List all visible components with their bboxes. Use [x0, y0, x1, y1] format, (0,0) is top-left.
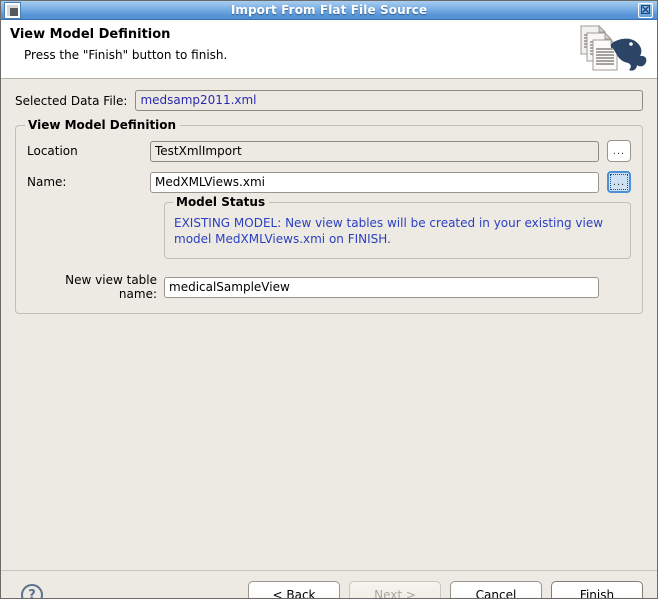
location-input[interactable]: TestXmlImport — [150, 141, 599, 162]
title-bar: Import From Flat File Source — [1, 1, 657, 20]
selected-data-file-value: medsamp2011.xml — [135, 90, 643, 111]
view-model-definition-group: View Model Definition Location TestXmlIm… — [15, 125, 643, 314]
next-button-suffix: ext > — [383, 588, 416, 599]
name-browse-button[interactable]: ... — [607, 171, 631, 193]
page-subtitle: Press the "Finish" button to finish. — [24, 48, 657, 62]
new-view-table-row: New view table name: medicalSampleView — [27, 273, 631, 301]
wizard-header: View Model Definition Press the "Finish"… — [1, 20, 657, 79]
finish-button-suffix: inish — [586, 588, 614, 599]
view-model-definition-group-title: View Model Definition — [25, 118, 180, 132]
page-title: View Model Definition — [10, 27, 657, 42]
wizard-footer: ? < Back Next > Cancel Finish — [1, 570, 657, 599]
location-label: Location — [27, 144, 150, 158]
model-status-group-title: Model Status — [173, 195, 269, 209]
model-status-group: Model Status EXISTING MODEL: New view ta… — [164, 202, 631, 259]
name-input[interactable]: MedXMLViews.xmi — [150, 172, 599, 193]
window-icon — [5, 3, 20, 18]
name-row: Name: MedXMLViews.xmi ... — [27, 171, 631, 193]
back-button-accel: B — [286, 588, 294, 599]
window-title: Import From Flat File Source — [231, 4, 427, 16]
new-view-table-input[interactable]: medicalSampleView — [164, 277, 599, 298]
documents-with-lizard-icon — [575, 22, 649, 76]
wizard-body: Selected Data File: medsamp2011.xml View… — [1, 79, 657, 570]
back-button[interactable]: < Back — [248, 581, 340, 599]
finish-button[interactable]: Finish — [551, 581, 643, 599]
import-wizard-window: Import From Flat File Source View Model … — [0, 0, 658, 599]
close-glyph — [640, 4, 651, 15]
next-button[interactable]: Next > — [349, 581, 441, 599]
cancel-button-label: Cancel — [476, 588, 517, 599]
back-button-prefix: < — [272, 588, 286, 599]
selected-data-file-label: Selected Data File: — [15, 94, 127, 108]
next-button-accel: N — [374, 588, 383, 599]
close-icon[interactable] — [638, 3, 653, 18]
new-view-table-label: New view table name: — [27, 273, 164, 301]
location-browse-button[interactable]: ... — [607, 140, 631, 162]
help-icon[interactable]: ? — [21, 584, 43, 599]
location-row: Location TestXmlImport ... — [27, 140, 631, 162]
model-status-text: EXISTING MODEL: New view tables will be … — [174, 215, 621, 247]
name-label: Name: — [27, 175, 150, 189]
selected-data-file-row: Selected Data File: medsamp2011.xml — [1, 79, 657, 111]
wizard-button-bar: < Back Next > Cancel Finish — [248, 581, 643, 599]
back-button-suffix: ack — [295, 588, 316, 599]
cancel-button[interactable]: Cancel — [450, 581, 542, 599]
